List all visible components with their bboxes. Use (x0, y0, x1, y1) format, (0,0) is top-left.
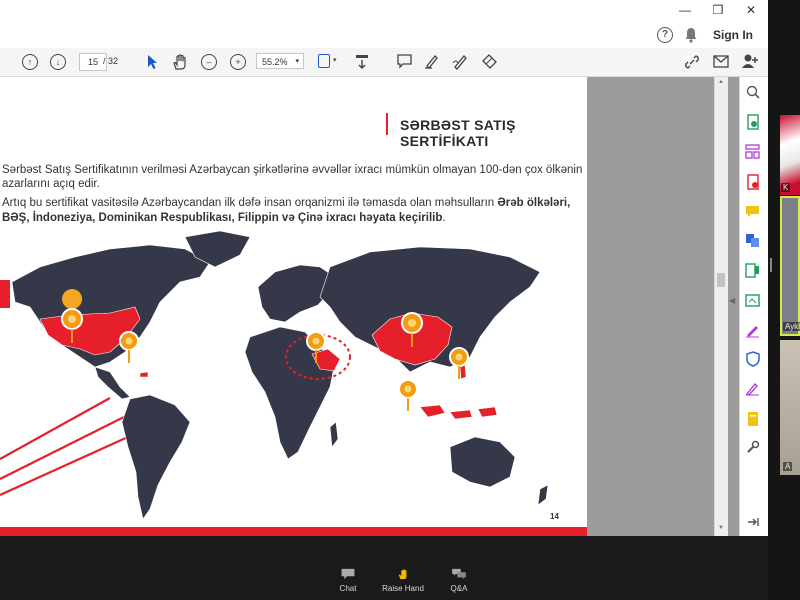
strip-resize-handle[interactable] (770, 258, 772, 272)
paragraph-1-line-1: Sərbəst Satış Sertifikatının verilməsi A… (2, 164, 583, 176)
highlight-icon[interactable] (424, 53, 440, 69)
chat-icon (341, 568, 355, 580)
pdf-page: SƏRBƏST SATIŞ SERTİFİKATI Sərbəst Satış … (0, 77, 587, 536)
pin-dominican-icon (119, 331, 139, 363)
email-icon[interactable] (713, 55, 729, 68)
participant-1-name: K (781, 183, 791, 192)
participant-video-2[interactable] (780, 196, 800, 336)
title-accent-line (386, 113, 388, 135)
participant-3-name: A (783, 462, 793, 471)
hand-icon[interactable] (171, 53, 189, 71)
highlight-indonesia (419, 404, 498, 420)
more-tools-icon[interactable] (744, 439, 761, 456)
page-count: / 32 (103, 56, 119, 66)
paragraph-1-line-2: azarlarını açıq edir. (2, 178, 100, 190)
collapse-tools-arrow-icon[interactable]: ◀ (729, 296, 735, 305)
paragraph-2-line-1: Artıq bu sertifikat vasitəsilə Azərbayca… (2, 197, 571, 209)
sign-in-button[interactable]: Sign In (713, 28, 753, 42)
raise-hand-label: Raise Hand (382, 584, 424, 593)
participant-video-3[interactable] (780, 340, 800, 475)
comment-icon[interactable] (397, 54, 412, 69)
continent-central-america (94, 366, 131, 400)
scan-icon[interactable] (744, 292, 761, 309)
raise-hand-icon (398, 569, 407, 580)
export-pdf-icon[interactable] (744, 113, 761, 130)
world-map (0, 230, 549, 520)
create-pdf-icon[interactable] (744, 173, 761, 190)
zoom-select[interactable]: 55.2% ▾ (256, 53, 304, 69)
fill-sign-icon[interactable] (744, 322, 761, 339)
continent-australia (449, 436, 516, 488)
raise-hand-button[interactable]: Raise Hand (382, 568, 424, 593)
scroll-mode-icon[interactable] (354, 54, 370, 70)
highlight-dominican-republic (139, 371, 149, 378)
combine-files-icon[interactable] (744, 232, 761, 249)
sign-icon[interactable] (452, 53, 469, 70)
add-user-icon[interactable] (741, 53, 759, 69)
chat-label: Chat (339, 584, 357, 593)
scroll-down-arrow-icon[interactable]: ▼ (718, 525, 724, 531)
next-page-icon[interactable]: ↓ (50, 52, 66, 72)
pin-indonesia-icon (398, 379, 418, 411)
zoom-in-icon[interactable]: + (230, 52, 246, 72)
app-header: ? Sign In (0, 22, 768, 49)
pointer-icon[interactable] (146, 54, 158, 70)
madagascar (329, 421, 339, 448)
highlight-philippines (459, 364, 467, 380)
close-button[interactable]: ✕ (736, 0, 766, 22)
window-title-bar: — ❐ ✕ (0, 0, 768, 22)
highlighted-country-left (0, 280, 10, 308)
chevron-down-icon[interactable]: ▾ (333, 56, 337, 64)
paragraph-2-line-2: BƏŞ, İndoneziya, Dominikan Respublikası,… (2, 212, 446, 224)
slide-title: SƏRBƏST SATIŞ SERTİFİKATI (400, 117, 516, 149)
document-gray-margin (588, 77, 714, 536)
pen-icon[interactable] (744, 380, 761, 397)
send-icon[interactable] (744, 410, 761, 427)
slide-bottom-band (0, 527, 587, 536)
maximize-button[interactable]: ❐ (703, 0, 733, 22)
qa-button[interactable]: Q&A (446, 568, 472, 593)
edit-pdf-icon[interactable] (744, 262, 761, 279)
chat-button[interactable]: Chat (334, 568, 362, 593)
zoom-search-icon[interactable] (744, 83, 761, 100)
minimize-button[interactable]: — (670, 0, 700, 22)
fit-page-icon[interactable] (318, 54, 330, 68)
scroll-up-arrow-icon[interactable]: ▲ (718, 79, 724, 85)
participant-2-name: Aykh (783, 322, 800, 331)
protect-icon[interactable] (744, 350, 761, 367)
vertical-scrollbar[interactable]: ▲ ▼ (714, 77, 728, 536)
scrollbar-thumb[interactable] (717, 273, 725, 287)
prev-page-icon[interactable]: ↑ (22, 52, 38, 72)
new-zealand (537, 484, 549, 506)
help-icon[interactable]: ? (657, 27, 673, 43)
bell-icon[interactable] (684, 27, 698, 43)
comment-panel-icon[interactable] (744, 203, 761, 220)
slide-page-number: 14 (550, 512, 559, 521)
zoom-out-icon[interactable]: – (201, 52, 217, 72)
organize-pages-icon[interactable] (744, 143, 761, 160)
stamp-icon[interactable] (481, 53, 498, 70)
continent-south-america (121, 394, 191, 520)
collapse-panel-icon[interactable] (744, 513, 761, 530)
qa-label: Q&A (450, 584, 468, 593)
share-link-icon[interactable] (684, 54, 700, 70)
qa-icon (452, 568, 466, 580)
